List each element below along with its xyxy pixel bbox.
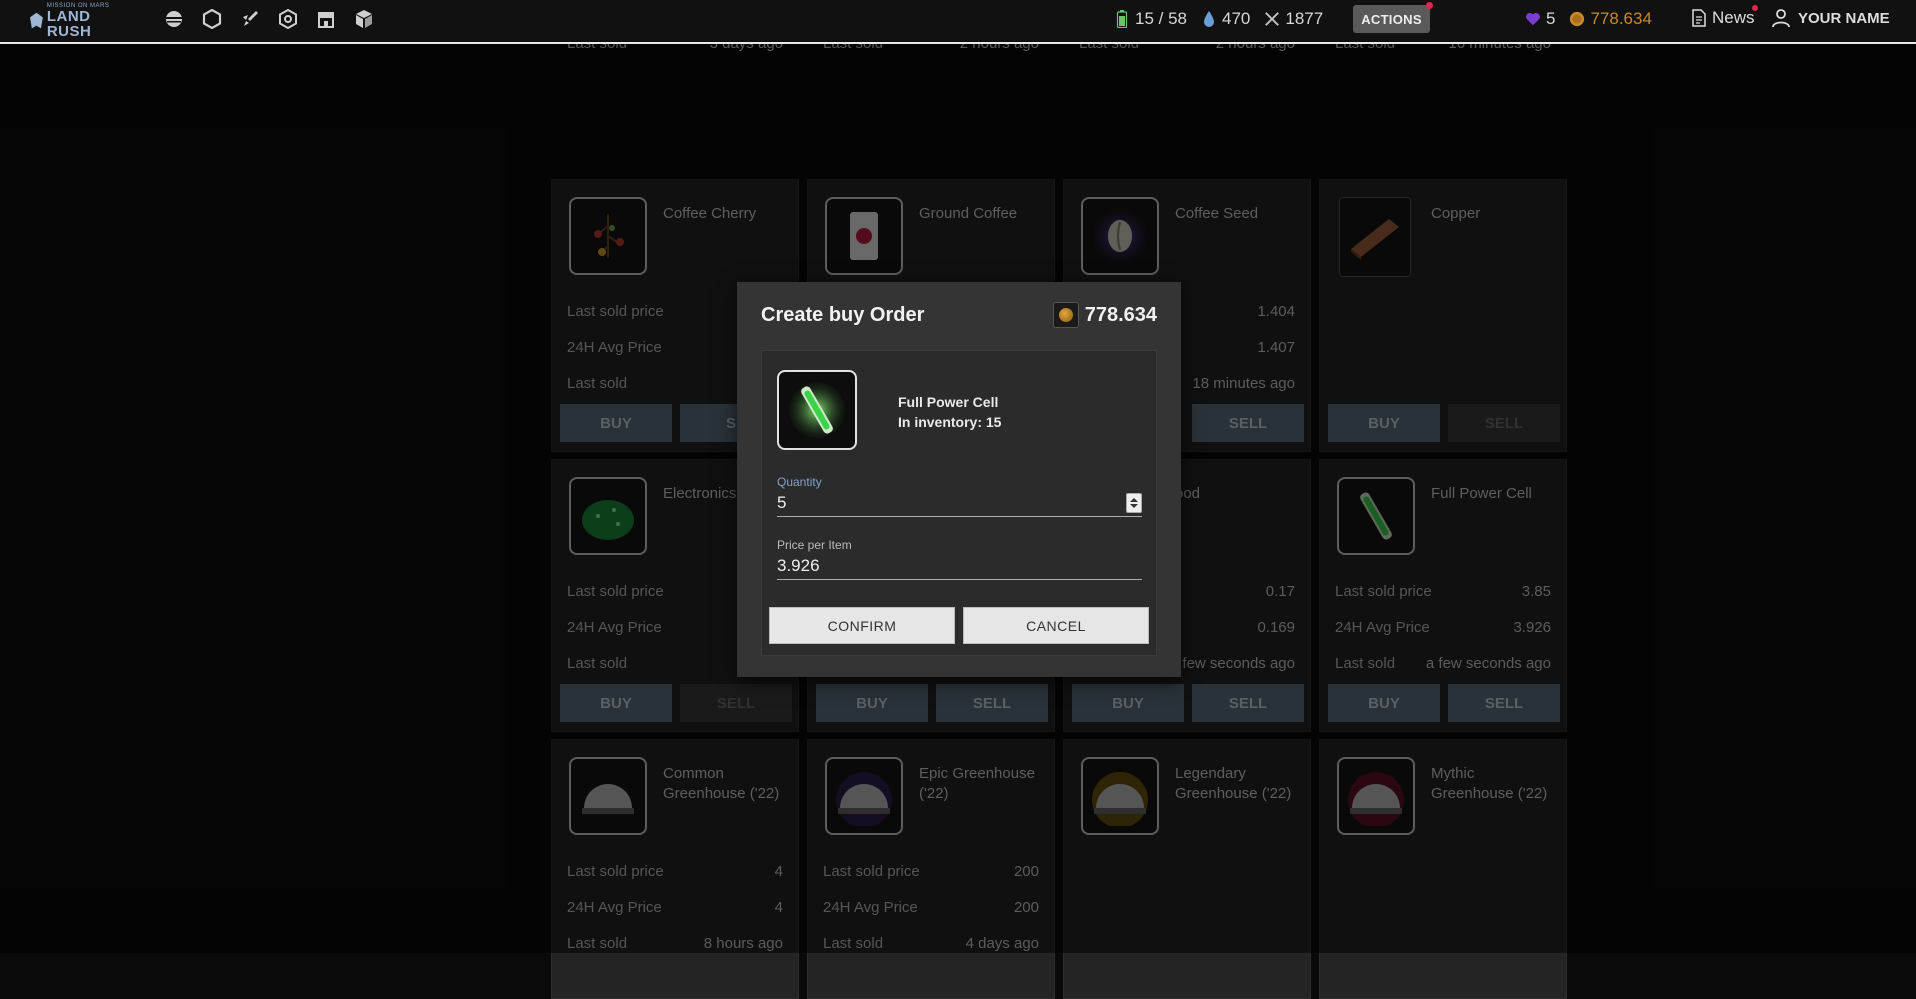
actions-button[interactable]: ACTIONS xyxy=(1353,2,1433,33)
hexagon-icon[interactable] xyxy=(201,8,223,30)
cancel-label: CANCEL xyxy=(1026,617,1086,634)
tools-value: 1877 xyxy=(1285,9,1324,28)
dialog-balance-value: 778.634 xyxy=(1084,303,1157,326)
energy-stat: 15 / 58 xyxy=(1114,9,1187,29)
resource-stats: 15 / 58 470 1877 xyxy=(1114,0,1337,38)
quantity-stepper[interactable] xyxy=(1126,493,1142,513)
balance-stat: 778.634 xyxy=(1569,9,1652,29)
logo-icon xyxy=(30,12,43,29)
item-inventory: In inventory: 15 xyxy=(898,414,1002,430)
item-name: Full Power Cell xyxy=(898,394,999,410)
quantity-input[interactable] xyxy=(777,492,1117,513)
heart-icon xyxy=(1526,12,1540,26)
news-link[interactable]: News xyxy=(1692,5,1758,28)
document-icon xyxy=(1692,9,1706,27)
user-menu[interactable]: YOUR NAME xyxy=(1772,8,1890,28)
balance-value: 778.634 xyxy=(1590,9,1652,28)
dialog-balance: 778.634 xyxy=(1052,302,1157,328)
cube-outline-icon[interactable] xyxy=(277,8,299,30)
logo[interactable]: MISSION ON MARS LAND RUSH xyxy=(30,3,132,39)
quantity-field[interactable] xyxy=(777,489,1142,517)
planet-icon[interactable] xyxy=(163,8,185,30)
price-input[interactable] xyxy=(777,555,1117,576)
logo-title: LAND RUSH xyxy=(46,8,92,40)
water-value: 470 xyxy=(1222,9,1251,28)
dialog-title: Create buy Order xyxy=(761,304,925,326)
create-buy-order-dialog: Create buy Order 778.634 Full Power Cell… xyxy=(737,282,1181,677)
boxes-icon[interactable] xyxy=(353,8,375,30)
store-icon[interactable] xyxy=(315,8,337,30)
price-label: Price per Item xyxy=(777,538,852,552)
wallet-stats: 5 778.634 xyxy=(1525,0,1666,38)
nav-icons xyxy=(163,8,375,30)
tools-stat: 1877 xyxy=(1264,9,1323,29)
crossed-tools-icon xyxy=(1265,12,1280,26)
user-name: YOUR NAME xyxy=(1798,9,1890,27)
power-cell-icon xyxy=(777,370,857,450)
coin-icon xyxy=(1052,302,1079,328)
notification-dot xyxy=(1426,2,1433,9)
hearts-stat: 5 xyxy=(1525,9,1555,29)
battery-icon xyxy=(1116,10,1128,28)
energy-value: 15 / 58 xyxy=(1135,9,1187,28)
quantity-label: Quantity xyxy=(777,475,822,489)
water-drop-icon xyxy=(1204,11,1214,27)
cancel-button[interactable]: CANCEL xyxy=(963,607,1149,644)
hearts-value: 5 xyxy=(1546,9,1556,28)
price-field[interactable] xyxy=(777,552,1142,580)
top-bar: MISSION ON MARS LAND RUSH 15 / 58 470 18… xyxy=(0,0,1916,44)
confirm-button[interactable]: CONFIRM xyxy=(769,607,955,644)
user-icon xyxy=(1772,9,1790,28)
actions-label: ACTIONS xyxy=(1361,11,1422,27)
water-stat: 470 xyxy=(1201,9,1250,29)
news-notification-dot xyxy=(1752,5,1758,11)
news-label: News xyxy=(1712,8,1755,27)
rocket-icon[interactable] xyxy=(239,8,261,30)
confirm-label: CONFIRM xyxy=(827,617,897,634)
coin-icon xyxy=(1570,11,1585,27)
